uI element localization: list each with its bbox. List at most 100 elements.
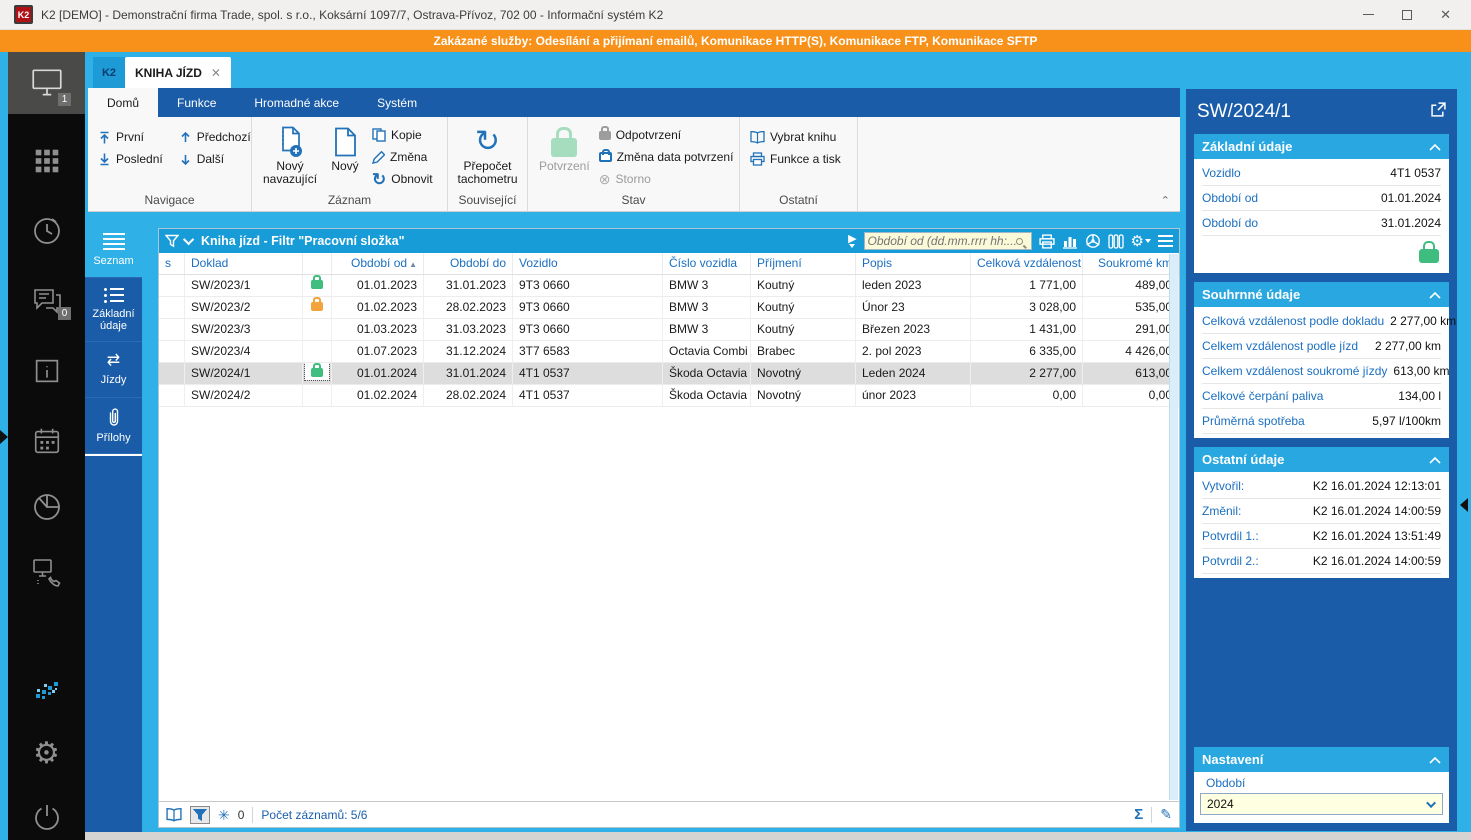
select-book-button[interactable]: Vybrat knihu (746, 126, 851, 148)
ribbon-tab-funkce[interactable]: Funkce (158, 88, 235, 117)
edit-icon[interactable]: ✎ (1160, 806, 1172, 823)
subnav-item-jizdy[interactable]: ⇄ Jízdy (85, 342, 142, 398)
new-follow-button[interactable]: Nový navazující (258, 122, 322, 191)
table-row[interactable]: SW/2024/2 01.02.2024 28.02.2024 4T1 0537… (159, 385, 1179, 407)
right-panel-splitter[interactable] (1460, 498, 1468, 512)
sidebar-item-modules[interactable] (8, 134, 85, 188)
sidebar-item-history[interactable] (8, 204, 85, 258)
grid-menu-icon[interactable] (1158, 235, 1173, 247)
grid-settings-icon[interactable]: ⚙ (1131, 234, 1151, 249)
run-filter-icon[interactable]: ▶ (848, 235, 856, 248)
first-button[interactable]: První (94, 126, 167, 148)
table-row-selected[interactable]: SW/2024/1 01.01.2024 31.01.2024 4T1 0537… (159, 363, 1179, 385)
window-title: K2 [DEMO] - Demonstrační firma Trade, sp… (41, 8, 1363, 22)
section-header-ostatni[interactable]: Ostatní údaje (1194, 447, 1449, 472)
unconfirm-button[interactable]: Odpotvrzení (595, 124, 738, 146)
sidebar-item-reports[interactable] (8, 480, 85, 534)
close-button[interactable]: ✕ (1440, 7, 1451, 23)
filter-funnel-icon[interactable] (165, 234, 179, 248)
collapse-chevron-icon[interactable] (1429, 452, 1441, 467)
recalc-tachometer-button[interactable]: ↻ Přepočet tachometru (453, 122, 523, 191)
new-button[interactable]: Nový (322, 122, 368, 191)
table-row[interactable]: SW/2023/3 01.03.2023 31.03.2023 9T3 0660… (159, 319, 1179, 341)
confirmed-lock-icon (311, 280, 323, 289)
sidebar-item-logout[interactable] (8, 790, 85, 840)
sidebar-item-desktop[interactable]: 1 (8, 52, 85, 114)
previous-button[interactable]: Předchozí (175, 126, 255, 148)
maximize-button[interactable] (1402, 10, 1412, 20)
period-dropdown[interactable]: 2024 (1200, 793, 1443, 815)
book-view-icon[interactable] (166, 808, 182, 822)
web-wheel-icon[interactable] (1085, 233, 1101, 249)
col-header-cislo-vozidla[interactable]: Číslo vozidla (663, 253, 751, 274)
table-row[interactable]: SW/2023/4 01.07.2023 31.12.2024 3T7 6583… (159, 341, 1179, 363)
detail-row: Průměrná spotřeba5,97 l/100km (1202, 409, 1441, 434)
sidebar-item-info[interactable] (8, 344, 85, 398)
col-header-popis[interactable]: Popis (856, 253, 971, 274)
col-header-s[interactable]: s (159, 253, 185, 274)
col-header-lock[interactable] (303, 253, 332, 274)
table-row[interactable]: SW/2023/1 01.01.2023 31.01.2023 9T3 0660… (159, 275, 1179, 297)
table-row[interactable]: SW/2023/2 01.02.2023 28.02.2023 9T3 0660… (159, 297, 1179, 319)
col-header-celkova-vzdalenost[interactable]: Celková vzdálenost (971, 253, 1083, 274)
refresh-icon: ↻ (372, 171, 386, 188)
detail-row: Vozidlo4T1 0537 (1202, 161, 1441, 186)
col-header-soukrome-km[interactable]: Soukromé km (1083, 253, 1179, 274)
minimize-button[interactable] (1363, 14, 1374, 15)
col-header-obdobi-do[interactable]: Období do (424, 253, 513, 274)
detail-panel: SW/2024/1 Základní údaje Vozidlo4T1 0537… (1185, 88, 1458, 832)
change-confirm-date-button[interactable]: Změna data potvrzení (595, 146, 738, 168)
section-header-zakladni[interactable]: Základní údaje (1194, 134, 1449, 159)
window-bottom-edge (85, 832, 1471, 840)
unconfirm-lock-icon (599, 131, 611, 140)
print-icon[interactable] (1039, 234, 1055, 249)
left-panel-splitter[interactable] (0, 430, 8, 444)
columns-icon[interactable] (1108, 234, 1124, 249)
tab-kniha-jizd[interactable]: KNIHA JÍZD ✕ (125, 57, 231, 88)
collapse-chevron-icon[interactable] (1429, 752, 1441, 767)
sidebar-item-settings[interactable]: ⚙ (8, 727, 85, 781)
subnav-item-zakladni-udaje[interactable]: Základní údaje (85, 278, 142, 342)
refresh-button[interactable]: ↻ Obnovit (368, 168, 437, 190)
list-icon (103, 233, 125, 250)
tab-close-icon[interactable]: ✕ (211, 66, 221, 80)
col-header-vozidlo[interactable]: Vozidlo (513, 253, 663, 274)
collapse-chevron-icon[interactable] (1429, 139, 1441, 154)
sidebar-item-calendar[interactable] (8, 414, 85, 468)
vertical-scrollbar[interactable] (1169, 254, 1178, 800)
last-button[interactable]: Poslední (94, 148, 167, 170)
sidebar-item-remote[interactable] (8, 546, 85, 600)
sidebar-item-messages[interactable]: 0 (8, 274, 85, 328)
ribbon-tab-system[interactable]: Systém (358, 88, 436, 117)
filter-active-icon[interactable] (190, 806, 210, 824)
col-header-prijmeni[interactable]: Příjmení (751, 253, 856, 274)
subnav-item-prilohy[interactable]: Přílohy (85, 398, 142, 454)
table-header: s Doklad Období od▲ Období do Vozidlo Čí… (159, 253, 1179, 275)
section-header-souhrnne[interactable]: Souhrnné údaje (1194, 282, 1449, 307)
subnav-item-seznam[interactable]: Seznam (85, 222, 142, 278)
sidebar-item-sparklink[interactable] (8, 664, 85, 718)
section-header-nastaveni[interactable]: Nastavení (1194, 747, 1449, 772)
ribbon-tab-domu[interactable]: Domů (88, 88, 158, 117)
tab-k2[interactable]: K2 (93, 57, 125, 88)
ribbon-tab-hromadne-akce[interactable]: Hromadné akce (235, 88, 358, 117)
next-button[interactable]: Další (175, 148, 255, 170)
change-button[interactable]: Změna (368, 146, 437, 168)
open-in-window-icon[interactable] (1431, 101, 1446, 123)
filter-chevron-icon[interactable] (183, 234, 194, 245)
ribbon-group-stav: Potvrzení Odpotvrzení Změna data potvrze… (528, 117, 740, 211)
ribbon-collapse-icon[interactable]: ⌃ (1161, 194, 1170, 207)
functions-print-button[interactable]: Funkce a tisk (746, 148, 851, 170)
col-header-doklad[interactable]: Doklad (185, 253, 303, 274)
section-ostatni-udaje: Ostatní údaje Vytvořil:K2 16.01.2024 12:… (1193, 446, 1450, 579)
col-header-obdobi-od[interactable]: Období od▲ (332, 253, 424, 274)
sum-icon[interactable]: Σ (1134, 806, 1143, 823)
confirm-button[interactable]: Potvrzení (534, 122, 595, 191)
storno-button[interactable]: ⊗ Storno (595, 168, 738, 190)
collapse-chevron-icon[interactable] (1429, 287, 1441, 302)
copy-button[interactable]: Kopie (368, 124, 437, 146)
search-input[interactable] (868, 234, 1016, 248)
detail-row: Celkem vzdálenost podle jízd2 277,00 km (1202, 334, 1441, 359)
freeze-icon[interactable]: ✳ (218, 808, 230, 822)
chart-export-icon[interactable] (1062, 234, 1078, 249)
